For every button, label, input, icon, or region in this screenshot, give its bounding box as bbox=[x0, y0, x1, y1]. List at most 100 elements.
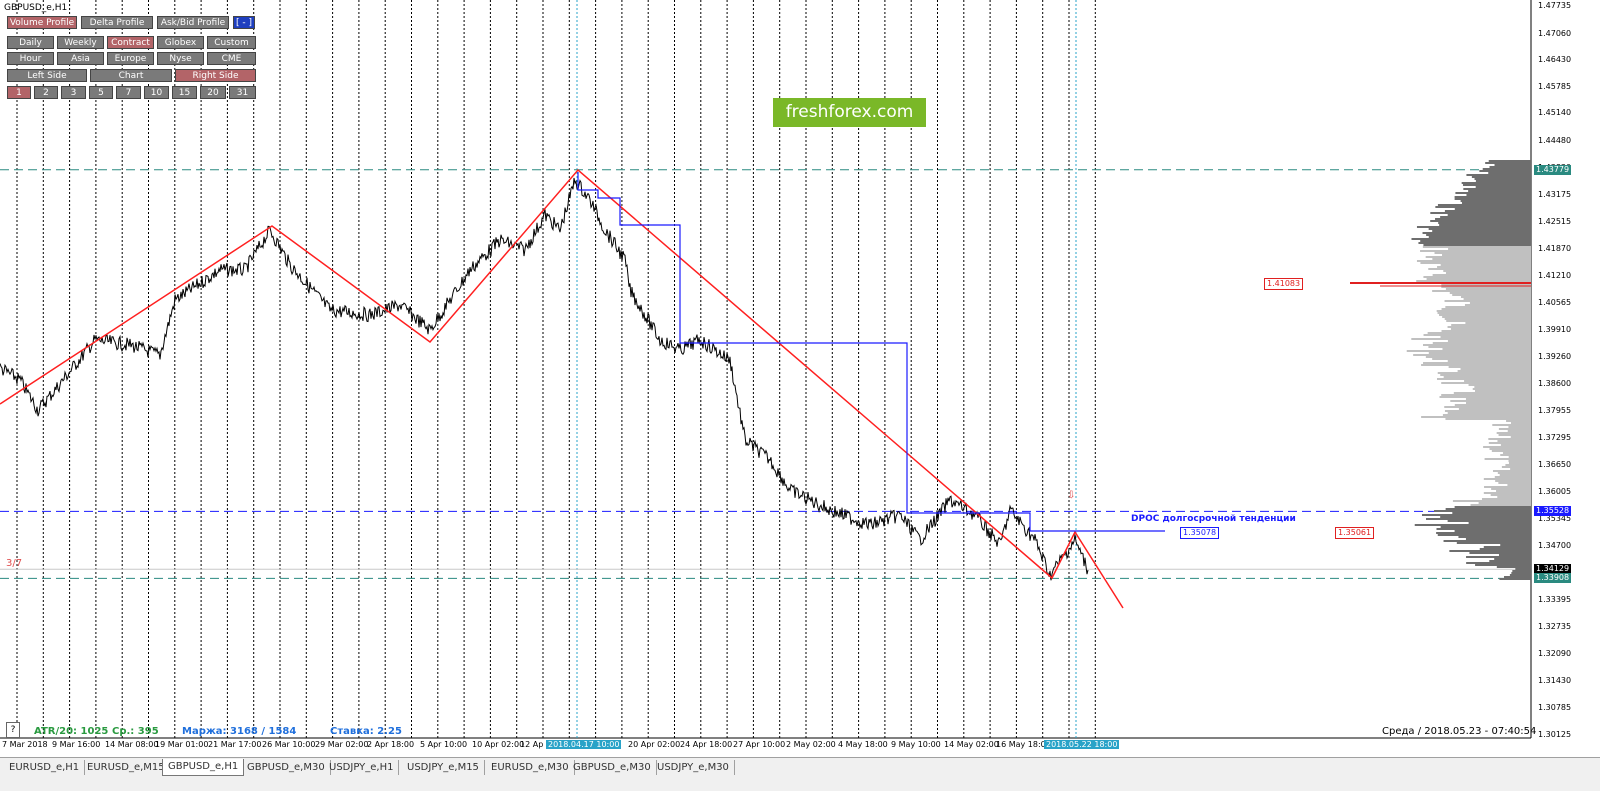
toolbar-button-cme[interactable]: CME bbox=[207, 52, 256, 65]
volume-profile-bar bbox=[1474, 390, 1531, 392]
vpoc-box-blue: 1.35078 bbox=[1180, 527, 1220, 539]
price-tick-label: 1.38600 bbox=[1538, 379, 1572, 389]
volume-profile-bar bbox=[1448, 248, 1531, 250]
toolbar-button-volume-profile[interactable]: Volume Profile bbox=[7, 16, 77, 29]
toolbar-button-chart[interactable]: Chart bbox=[90, 69, 172, 82]
volume-profile-bar bbox=[1444, 300, 1531, 302]
chart-tab[interactable]: EURUSD_e,H1 bbox=[4, 760, 86, 775]
chart-tab[interactable]: GBPUSD_e,H1 bbox=[162, 759, 245, 776]
toolbar-button-custom[interactable]: Custom bbox=[207, 36, 256, 49]
time-tick-label: 26 Mar 10:00 bbox=[262, 740, 316, 749]
volume-profile-bar bbox=[1444, 210, 1531, 212]
volume-profile-bar bbox=[1483, 478, 1531, 480]
volume-profile-bar bbox=[1440, 216, 1531, 218]
volume-profile-bar bbox=[1437, 204, 1531, 206]
volume-profile-bar bbox=[1462, 184, 1531, 186]
toolbar-button-right-side[interactable]: Right Side bbox=[175, 69, 256, 82]
toolbar-button-[interactable]: [ - ] bbox=[233, 16, 255, 29]
volume-profile-bar bbox=[1460, 296, 1531, 298]
toolbar-button-ask-bid-profile[interactable]: Ask/Bid Profile bbox=[157, 16, 229, 29]
price-tick-label: 1.32735 bbox=[1538, 621, 1572, 631]
toolbar-button-10[interactable]: 10 bbox=[144, 86, 169, 99]
toolbar-button-contract[interactable]: Contract bbox=[107, 36, 154, 49]
volume-profile-bar bbox=[1432, 290, 1531, 292]
price-tick-label: 1.34700 bbox=[1538, 540, 1572, 550]
chart-tab[interactable]: USDJPY_e,M30 bbox=[652, 760, 735, 775]
step-profile-line bbox=[577, 172, 1165, 532]
volume-profile-bar bbox=[1420, 250, 1531, 252]
chart-tab[interactable]: GBPUSD_e,M30 bbox=[568, 760, 657, 775]
volume-profile-bar bbox=[1488, 438, 1531, 440]
price-tick-label: 1.37955 bbox=[1538, 405, 1572, 415]
chart-tab[interactable]: EURUSD_e,M30 bbox=[486, 760, 575, 775]
volume-profile-bar bbox=[1466, 174, 1531, 176]
volume-profile-bar bbox=[1498, 482, 1531, 484]
toolbar-button-left-side[interactable]: Left Side bbox=[7, 69, 87, 82]
volume-profile-bar bbox=[1420, 262, 1531, 264]
toolbar-button-daily[interactable]: Daily bbox=[7, 36, 54, 49]
toolbar-button-1[interactable]: 1 bbox=[7, 86, 31, 99]
toolbar-button-5[interactable]: 5 bbox=[89, 86, 113, 99]
price-tick-label: 1.44480 bbox=[1538, 135, 1572, 145]
chart-tab[interactable]: EURUSD_e,M15 bbox=[82, 760, 171, 775]
volume-profile-bar bbox=[1437, 312, 1531, 314]
volume-profile-bar bbox=[1501, 466, 1531, 468]
volume-profile-bar bbox=[1439, 224, 1531, 226]
price-tick-label: 1.47735 bbox=[1538, 1, 1572, 10]
volume-profile-bar bbox=[1418, 242, 1531, 244]
volume-profile-bar bbox=[1416, 280, 1531, 282]
volume-profile-bar bbox=[1498, 428, 1531, 430]
volume-profile-bar bbox=[1478, 502, 1531, 504]
zigzag-trend-line bbox=[0, 168, 1124, 609]
volume-profile-bar bbox=[1428, 236, 1531, 238]
volume-profile-bar bbox=[1420, 240, 1531, 242]
toolbar-button-europe[interactable]: Europe bbox=[107, 52, 154, 65]
toolbar-button-weekly[interactable]: Weekly bbox=[57, 36, 104, 49]
time-tick-label: 27 Apr 10:00 bbox=[733, 740, 786, 749]
volume-profile-bar bbox=[1425, 256, 1531, 258]
freshforex-logo: freshforex.com bbox=[773, 98, 926, 127]
toolbar-button-3[interactable]: 3 bbox=[61, 86, 86, 99]
volume-profile-bar bbox=[1450, 328, 1531, 330]
toolbar-button-nyse[interactable]: Nyse bbox=[157, 52, 204, 65]
toolbar-button-hour[interactable]: Hour bbox=[7, 52, 54, 65]
time-tick-label: 21 Mar 17:00 bbox=[208, 740, 262, 749]
chart-tab[interactable]: GBPUSD_e,M30 bbox=[242, 760, 331, 775]
volume-profile-bar bbox=[1468, 384, 1531, 386]
volume-profile-bar bbox=[1479, 548, 1531, 550]
volume-profile-bar bbox=[1458, 536, 1531, 538]
volume-profile-bar bbox=[1448, 366, 1531, 368]
time-crosshair-label: 2018.05.22 18:00 bbox=[1044, 740, 1120, 749]
toolbar-button-delta-profile[interactable]: Delta Profile bbox=[81, 16, 153, 29]
volume-profile-bar bbox=[1436, 528, 1531, 530]
volume-profile-bar bbox=[1427, 332, 1531, 334]
volume-profile-bar bbox=[1455, 192, 1531, 194]
price-tick-label: 1.41870 bbox=[1538, 243, 1572, 253]
chart-tab[interactable]: USDJPY_e,H1 bbox=[324, 760, 400, 775]
volume-profile-bar bbox=[1494, 164, 1531, 166]
toolbar-button-7[interactable]: 7 bbox=[116, 86, 141, 99]
volume-profile-bar bbox=[1441, 382, 1531, 384]
help-button[interactable]: ? bbox=[6, 722, 20, 738]
toolbar-button-2[interactable]: 2 bbox=[34, 86, 58, 99]
volume-profile-bar bbox=[1436, 310, 1531, 312]
toolbar-button-globex[interactable]: Globex bbox=[157, 36, 204, 49]
volume-profile-bar bbox=[1423, 362, 1531, 364]
price-tick-label: 1.45785 bbox=[1538, 81, 1572, 91]
chart-tab[interactable]: USDJPY_e,M15 bbox=[402, 760, 485, 775]
toolbar-button-20[interactable]: 20 bbox=[200, 86, 226, 99]
volume-profile-bar bbox=[1435, 206, 1531, 208]
volume-profile-bar bbox=[1475, 186, 1531, 188]
volume-profile-bar bbox=[1482, 168, 1531, 170]
toolbar-button-asia[interactable]: Asia bbox=[57, 52, 104, 65]
price-tick-label: 1.47060 bbox=[1538, 28, 1572, 38]
volume-profile-bar bbox=[1447, 520, 1531, 522]
volume-profile-bar bbox=[1430, 220, 1531, 222]
volume-profile-bar bbox=[1436, 532, 1531, 534]
price-tick-label: 1.37295 bbox=[1538, 433, 1572, 443]
volume-profile-bar bbox=[1452, 512, 1531, 514]
toolbar-button-15[interactable]: 15 bbox=[172, 86, 197, 99]
time-tick-label: 9 Mar 16:00 bbox=[52, 740, 101, 749]
volume-profile-bar bbox=[1479, 170, 1531, 172]
toolbar-button-31[interactable]: 31 bbox=[229, 86, 256, 99]
